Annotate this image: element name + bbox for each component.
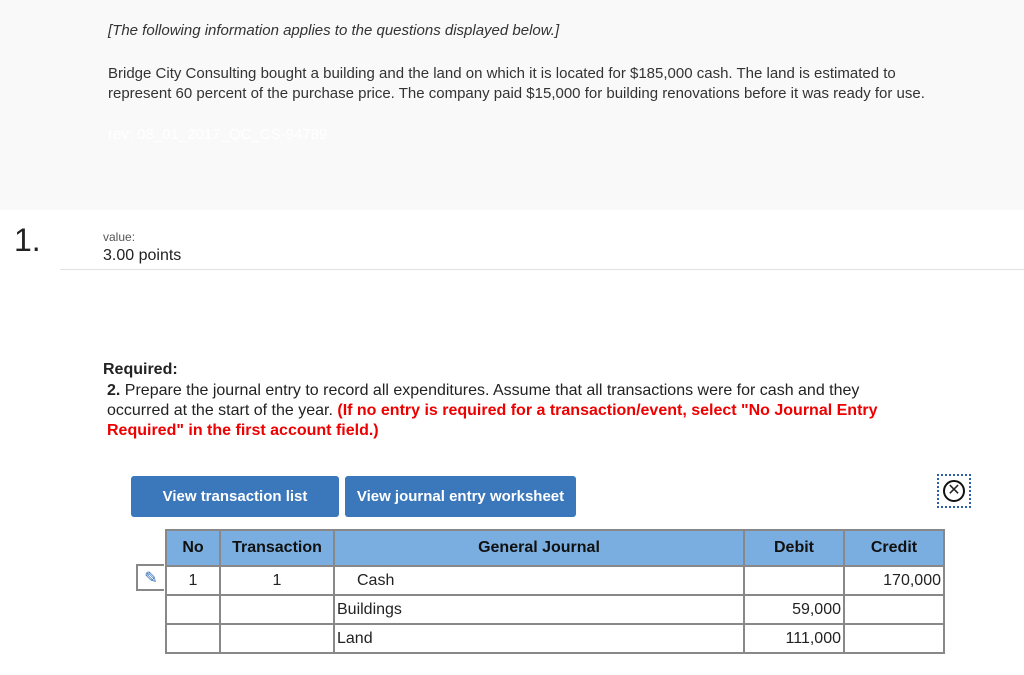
instruction-number: 2.: [107, 382, 121, 399]
cell-credit[interactable]: [843, 623, 945, 654]
cell-transaction: 1: [219, 565, 335, 596]
header-general-journal: General Journal: [333, 529, 745, 567]
table-row: 1 1 Cash 170,000: [165, 565, 945, 596]
cell-account[interactable]: Buildings: [333, 594, 745, 625]
cell-credit[interactable]: 170,000: [843, 565, 945, 596]
required-instructions: 2. Prepare the journal entry to record a…: [107, 381, 907, 441]
cell-transaction: [219, 594, 335, 625]
cell-credit[interactable]: [843, 594, 945, 625]
cell-no: 1: [165, 565, 221, 596]
header-credit: Credit: [843, 529, 945, 567]
header-no: No: [165, 529, 221, 567]
cell-no: [165, 623, 221, 654]
problem-paragraph: Bridge City Consulting bought a building…: [108, 65, 925, 102]
header-transaction: Transaction: [219, 529, 335, 567]
journal-table: No Transaction General Journal Debit Cre…: [165, 529, 945, 654]
header-debit: Debit: [743, 529, 845, 567]
view-journal-worksheet-button[interactable]: View journal entry worksheet: [345, 476, 576, 517]
revision-code: rev: 08_01_2017_QC_CS-94789: [108, 126, 328, 143]
table-row: Land 111,000: [165, 623, 945, 654]
value-label: value:: [103, 230, 136, 244]
divider: [60, 269, 1024, 270]
cell-no: [165, 594, 221, 625]
close-icon: ✕: [943, 480, 965, 502]
view-transaction-list-button[interactable]: View transaction list: [131, 476, 339, 517]
required-heading: Required:: [103, 361, 178, 378]
intro-text: [The following information applies to th…: [108, 22, 560, 39]
table-header-row: No Transaction General Journal Debit Cre…: [165, 529, 945, 567]
edit-pencil-icon[interactable]: ✎: [136, 564, 164, 591]
question-number: 1.: [14, 222, 41, 258]
cell-transaction: [219, 623, 335, 654]
cell-account[interactable]: Cash: [333, 565, 745, 596]
cell-debit[interactable]: 59,000: [743, 594, 845, 625]
table-row: Buildings 59,000: [165, 594, 945, 625]
cell-debit[interactable]: [743, 565, 845, 596]
close-button[interactable]: ✕: [937, 474, 971, 508]
cell-debit[interactable]: 111,000: [743, 623, 845, 654]
cell-account[interactable]: Land: [333, 623, 745, 654]
points-value: 3.00 points: [103, 247, 182, 264]
